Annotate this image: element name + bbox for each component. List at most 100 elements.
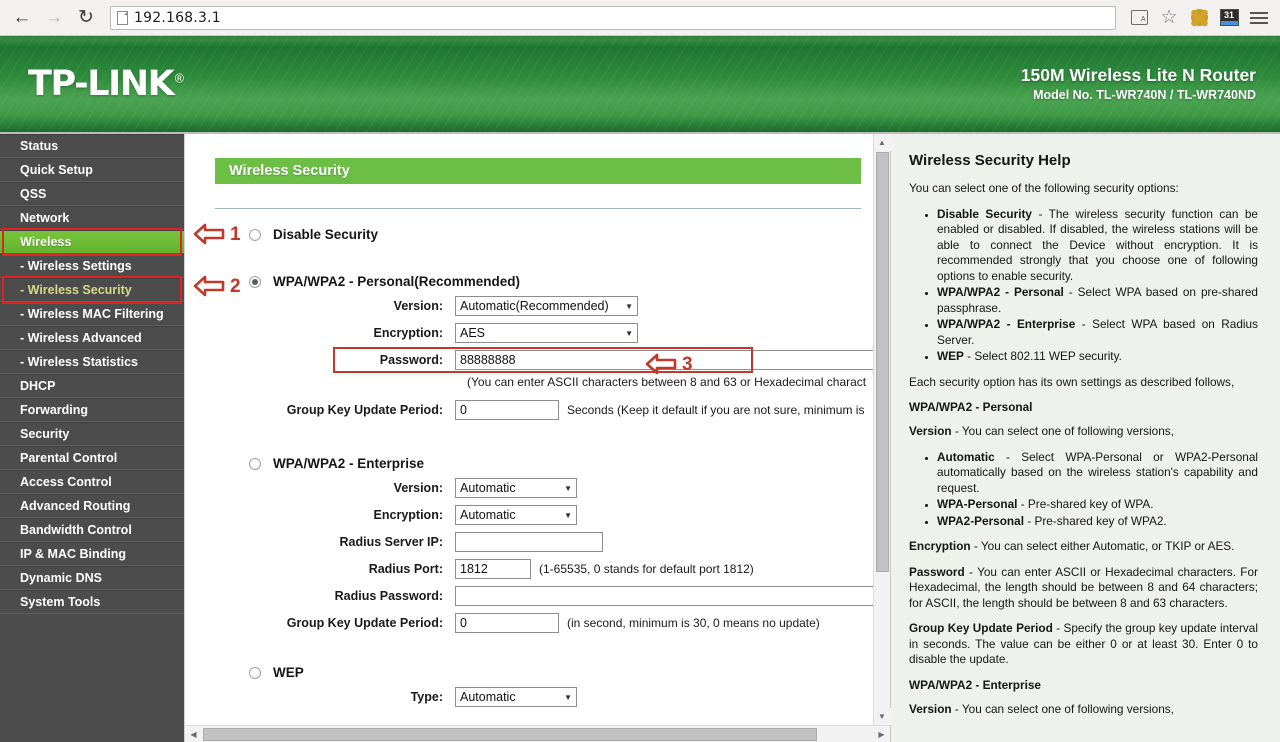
personal-encryption-select[interactable]: AES ▼ (455, 323, 638, 343)
chevron-down-icon: ▼ (564, 484, 572, 493)
forward-arrow-icon[interactable]: → (40, 4, 68, 32)
help-list-item: WPA-Personal - Pre-shared key of WPA. (937, 497, 1258, 513)
sidebar-item-label: Advanced Routing (20, 499, 130, 513)
sidebar-item-bandwidth-control[interactable]: Bandwidth Control (0, 518, 184, 542)
option-wep[interactable]: WEP (215, 665, 873, 680)
wep-radio[interactable] (249, 667, 261, 679)
password-field[interactable]: 88888888 (455, 350, 873, 370)
help-list-item: WEP - Select 802.11 WEP security. (937, 349, 1258, 365)
vertical-scrollbar[interactable]: ▲ ▼ (873, 134, 890, 725)
sidebar-item-label: Wireless (20, 235, 71, 249)
sidebar-item-advanced-routing[interactable]: Advanced Routing (0, 494, 184, 518)
sidebar-item-wireless-settings[interactable]: - Wireless Settings (0, 254, 184, 278)
help-options-list: Disable Security - The wireless security… (909, 207, 1258, 365)
reload-icon[interactable]: ↻ (72, 4, 100, 32)
sidebar-item-security[interactable]: Security (0, 422, 184, 446)
radius-server-ip-label: Radius Server IP: (215, 535, 455, 549)
disable-security-radio[interactable] (249, 229, 261, 241)
sidebar-item-dynamic-dns[interactable]: Dynamic DNS (0, 566, 184, 590)
sidebar-item-label: Quick Setup (20, 163, 93, 177)
radius-server-ip-input[interactable] (455, 532, 603, 552)
help-version-text: - You can select one of following versio… (952, 424, 1174, 438)
sidebar-item-label: Access Control (20, 475, 112, 489)
radius-port-input[interactable]: 1812 (455, 559, 531, 579)
field-radius-port: Radius Port: 1812 (1-65535, 0 stands for… (215, 559, 873, 579)
help-intro: You can select one of the following secu… (909, 181, 1258, 197)
sidebar-item-ip-mac-binding[interactable]: IP & MAC Binding (0, 542, 184, 566)
sidebar-item-network[interactable]: Network (0, 206, 184, 230)
help-list-term: WEP (937, 349, 964, 363)
option-disable-security[interactable]: Disable Security (215, 227, 873, 242)
translate-icon[interactable]: A (1126, 5, 1152, 31)
password-hint-text: (You can enter ASCII characters between … (467, 375, 873, 389)
help-version-line: Version - You can select one of followin… (909, 424, 1258, 440)
chevron-down-icon: ▼ (625, 302, 633, 311)
wpa-personal-radio[interactable] (249, 276, 261, 288)
sidebar-item-wireless[interactable]: Wireless (0, 230, 184, 254)
bookmark-star-icon[interactable]: ☆ (1156, 5, 1182, 31)
calendar-day-number: 31 (1221, 10, 1238, 21)
enterprise-version-label: Version: (215, 481, 455, 495)
horizontal-scroll-thumb[interactable] (203, 728, 817, 741)
sidebar-item-wireless-advanced[interactable]: - Wireless Advanced (0, 326, 184, 350)
help-list-item: Disable Security - The wireless security… (937, 207, 1258, 285)
field-wep-type: Type: Automatic ▼ (215, 687, 873, 707)
radius-port-label: Radius Port: (215, 562, 455, 576)
hamburger-menu-icon[interactable] (1246, 5, 1272, 31)
router-model-block: 150M Wireless Lite N Router Model No. TL… (1021, 64, 1256, 105)
help-encryption-line: Encryption - You can select either Autom… (909, 539, 1258, 555)
enterprise-encryption-select[interactable]: Automatic ▼ (455, 505, 577, 525)
field-personal-encryption: Encryption: AES ▼ (215, 323, 873, 343)
vertical-scroll-thumb[interactable] (876, 152, 889, 572)
help-enterprise-version-term: Version (909, 702, 952, 716)
horizontal-scrollbar[interactable]: ◀ ▶ (185, 725, 890, 742)
enterprise-version-select[interactable]: Automatic ▼ (455, 478, 577, 498)
sidebar-item-qss[interactable]: QSS (0, 182, 184, 206)
scroll-left-button[interactable]: ◀ (185, 726, 202, 742)
sidebar-item-wireless-security[interactable]: - Wireless Security (0, 278, 184, 302)
enterprise-encryption-value: Automatic (460, 508, 558, 522)
field-enterprise-version: Version: Automatic ▼ (215, 478, 873, 498)
help-panel: Wireless Security Help You can select on… (890, 132, 1280, 742)
option-wpa-personal[interactable]: WPA/WPA2 - Personal(Recommended) (215, 274, 873, 289)
radius-password-input[interactable] (455, 586, 873, 606)
calendar-icon[interactable]: 31 (1216, 5, 1242, 31)
option-wpa-enterprise[interactable]: WPA/WPA2 - Enterprise (215, 456, 873, 471)
sidebar-item-label: Security (20, 427, 69, 441)
enterprise-gkup-hint: (in second, minimum is 30, 0 means no up… (567, 616, 820, 630)
sidebar-item-label: DHCP (20, 379, 55, 393)
scroll-right-button[interactable]: ▶ (873, 726, 890, 742)
personal-version-select[interactable]: Automatic(Recommended) ▼ (455, 296, 638, 316)
sidebar-item-quick-setup[interactable]: Quick Setup (0, 158, 184, 182)
radius-port-value: 1812 (460, 562, 488, 576)
sidebar-item-forwarding[interactable]: Forwarding (0, 398, 184, 422)
sidebar-item-wireless-mac-filtering[interactable]: - Wireless MAC Filtering (0, 302, 184, 326)
help-list-term: WPA-Personal (937, 497, 1017, 511)
wep-type-select[interactable]: Automatic ▼ (455, 687, 577, 707)
sidebar-item-access-control[interactable]: Access Control (0, 470, 184, 494)
personal-version-value: Automatic(Recommended) (460, 299, 619, 313)
sidebar-item-status[interactable]: Status (0, 134, 184, 158)
sidebar-item-dhcp[interactable]: DHCP (0, 374, 184, 398)
url-input[interactable]: 192.168.3.1 (134, 10, 221, 26)
wpa-enterprise-label: WPA/WPA2 - Enterprise (273, 456, 424, 471)
help-list-term: WPA/WPA2 - Enterprise (937, 317, 1075, 331)
wpa-enterprise-radio[interactable] (249, 458, 261, 470)
sidebar-item-label: System Tools (20, 595, 100, 609)
sidebar-item-parental-control[interactable]: Parental Control (0, 446, 184, 470)
sidebar-item-system-tools[interactable]: System Tools (0, 590, 184, 614)
help-list-text: - Pre-shared key of WPA2. (1024, 514, 1167, 528)
wep-label: WEP (273, 665, 304, 680)
enterprise-gkup-input[interactable]: 0 (455, 613, 559, 633)
extension-puzzle-icon[interactable] (1186, 5, 1212, 31)
sidebar-item-label: Parental Control (20, 451, 117, 465)
back-arrow-icon[interactable]: ← (8, 4, 36, 32)
scroll-up-button[interactable]: ▲ (874, 134, 891, 151)
personal-gkup-input[interactable]: 0 (455, 400, 559, 420)
page-document-icon (117, 11, 128, 25)
password-value: 88888888 (460, 353, 516, 367)
url-bar[interactable]: 192.168.3.1 (110, 6, 1116, 30)
scroll-down-button[interactable]: ▼ (874, 708, 891, 725)
sidebar-item-wireless-statistics[interactable]: - Wireless Statistics (0, 350, 184, 374)
router-model-number: Model No. TL-WR740N / TL-WR740ND (1021, 87, 1256, 104)
